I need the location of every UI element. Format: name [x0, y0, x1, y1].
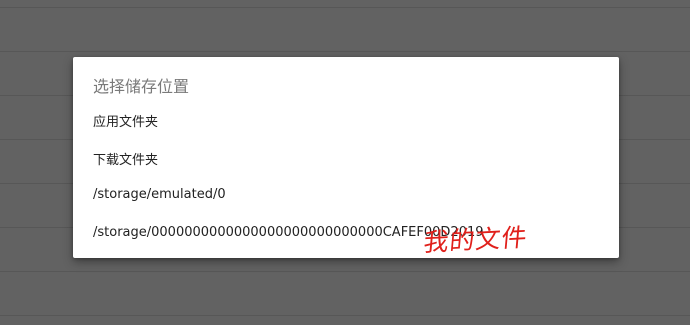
- background-divider: [0, 315, 690, 316]
- dialog-title: 选择储存位置: [93, 77, 190, 96]
- handwritten-annotation-text: 我的文件: [424, 223, 529, 256]
- background-divider: [0, 51, 690, 52]
- option-label: 应用文件夹: [93, 115, 159, 130]
- option-storage-emulated[interactable]: /storage/emulated/0: [73, 177, 619, 213]
- background-divider: [0, 7, 690, 8]
- handwritten-annotation: 我的文件: [424, 223, 529, 256]
- option-download-folder[interactable]: 下载文件夹: [73, 139, 619, 175]
- option-label: 下载文件夹: [93, 153, 159, 168]
- option-app-folder[interactable]: 应用文件夹: [73, 101, 619, 137]
- background-divider: [0, 271, 690, 272]
- option-label: /storage/emulated/0: [93, 187, 226, 202]
